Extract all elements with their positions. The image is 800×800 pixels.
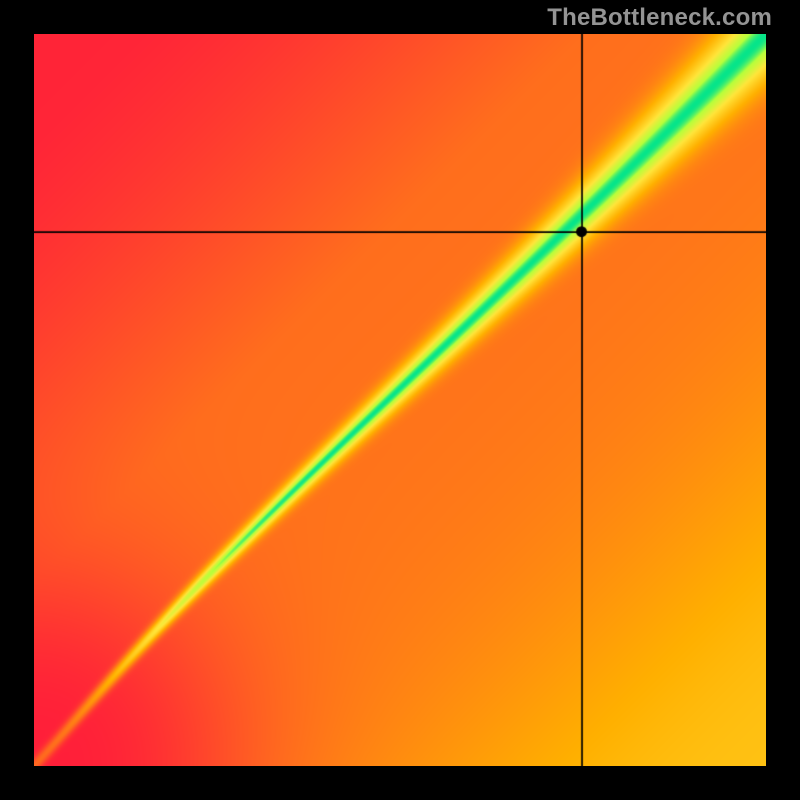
- watermark-text: TheBottleneck.com: [547, 4, 772, 32]
- heatmap-plot-area: [34, 34, 766, 766]
- chart-frame: TheBottleneck.com: [0, 0, 800, 800]
- crosshair-overlay: [34, 34, 766, 766]
